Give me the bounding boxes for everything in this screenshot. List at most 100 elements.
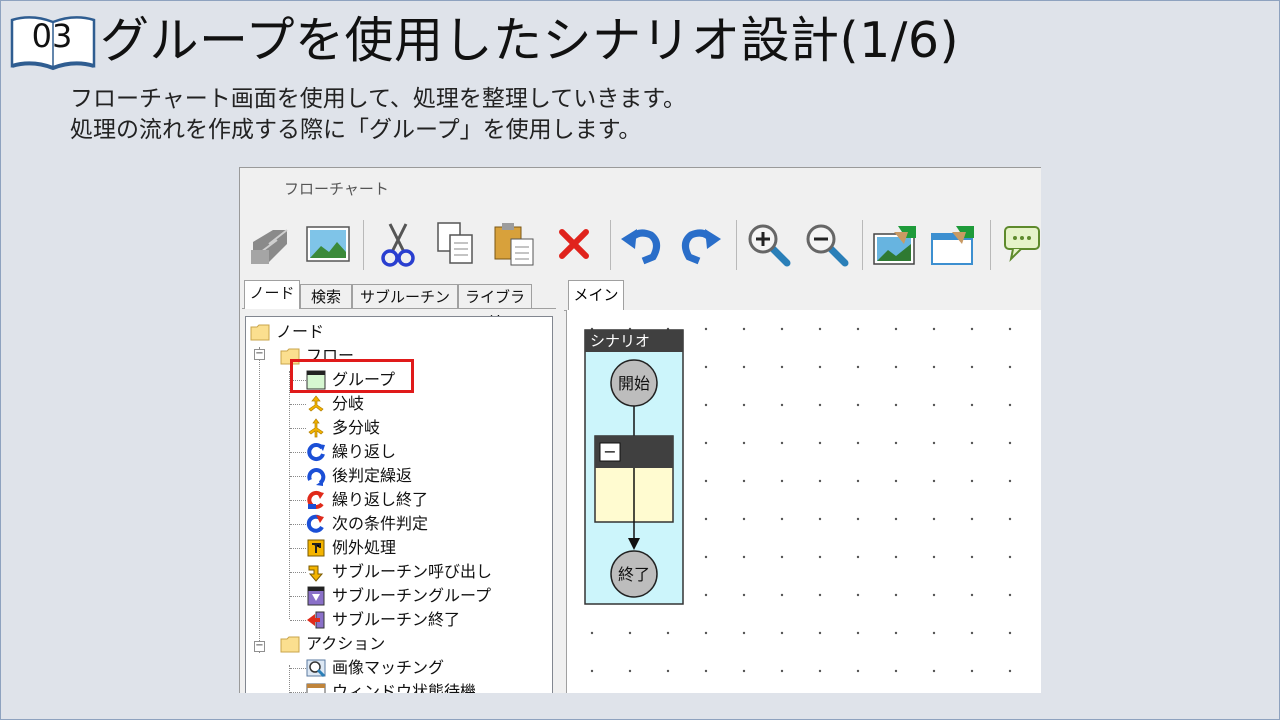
- grid-dot: [780, 441, 784, 445]
- grid-dot: [780, 593, 784, 597]
- grid-dot: [970, 555, 974, 559]
- tree-item-image-matching[interactable]: 画像マッチング: [306, 657, 526, 679]
- tab-node[interactable]: ノード: [244, 280, 300, 309]
- grid-dot: [894, 517, 898, 521]
- image-icon[interactable]: [304, 220, 352, 268]
- grid-dot: [856, 365, 860, 369]
- grid-dot: [970, 327, 974, 331]
- grid-dot: [818, 593, 822, 597]
- properties-icon[interactable]: [246, 220, 294, 268]
- grid-dot: [970, 593, 974, 597]
- grid-dot: [1008, 631, 1012, 635]
- grid-dot: [932, 631, 936, 635]
- grid-dot: [970, 441, 974, 445]
- grid-dot: [894, 669, 898, 673]
- grid-dot: [780, 517, 784, 521]
- copy-icon[interactable]: [432, 220, 480, 268]
- grid-dot: [704, 479, 708, 483]
- window-title: フローチャート: [284, 180, 389, 198]
- grid-dot: [856, 479, 860, 483]
- grid-dot: [704, 403, 708, 407]
- grid-dot: [704, 555, 708, 559]
- node-tabs: ノード 検索 サブルーチン ライブラリ: [242, 278, 556, 330]
- grid-dot: [818, 403, 822, 407]
- grid-dot: [1008, 593, 1012, 597]
- grid-dot: [742, 403, 746, 407]
- flowchart-canvas[interactable]: シナリオ 開始 − 終了: [566, 310, 1041, 693]
- grid-dot: [970, 517, 974, 521]
- zoom-out-icon[interactable]: [802, 220, 850, 268]
- post-loop-icon: [307, 468, 326, 486]
- delete-icon[interactable]: [550, 220, 598, 268]
- grid-dot: [1008, 441, 1012, 445]
- node-tree: ノード − フロー グループ 分岐 多分岐 繰り返し 後判定繰返 繰り返し終了 …: [245, 316, 553, 693]
- tree-action[interactable]: アクション: [280, 633, 480, 655]
- grid-dot: [1008, 403, 1012, 407]
- tab-main[interactable]: メイン: [568, 280, 624, 310]
- tree-item-exception[interactable]: 例外処理: [306, 537, 506, 559]
- node-panel: ノード 検索 サブルーチン ライブラリ ノード − フロー グループ: [242, 278, 556, 693]
- grid-dot: [932, 593, 936, 597]
- slide-title: グループを使用したシナリオ設計(1/6): [100, 12, 960, 69]
- cut-icon[interactable]: [374, 220, 422, 268]
- grid-dot: [894, 631, 898, 635]
- grid-dot: [1008, 327, 1012, 331]
- tree-item-subroutine-call[interactable]: サブルーチン呼び出し: [306, 561, 526, 583]
- grid-dot: [704, 517, 708, 521]
- canvas-drawing: シナリオ 開始 − 終了: [584, 327, 1012, 673]
- tab-subroutine[interactable]: サブルーチン: [352, 284, 458, 308]
- grid-dot: [704, 669, 708, 673]
- grid-dot: [742, 669, 746, 673]
- start-label: 開始: [618, 374, 650, 393]
- grid-dot: [780, 669, 784, 673]
- grid-dot: [704, 441, 708, 445]
- subtitle-line-2: 処理の流れを作成する際に「グループ」を使用します。: [70, 117, 642, 143]
- tree-item-post-loop[interactable]: 後判定繰返: [306, 465, 506, 487]
- grid-dot: [704, 365, 708, 369]
- tab-library[interactable]: ライブラリ: [458, 284, 532, 330]
- grid-dot: [894, 403, 898, 407]
- grid-dot: [666, 669, 670, 673]
- paste-icon[interactable]: [490, 220, 538, 268]
- grid-dot: [932, 555, 936, 559]
- tree-item-loop-end[interactable]: 繰り返し終了: [306, 489, 506, 511]
- folder-icon: [280, 636, 300, 653]
- grid-dot: [780, 631, 784, 635]
- tree-item-branch[interactable]: 分岐: [306, 393, 506, 415]
- tree-item-multi-branch[interactable]: 多分岐: [306, 417, 506, 439]
- window-capture-icon[interactable]: [930, 220, 978, 268]
- image-capture-icon[interactable]: [872, 220, 920, 268]
- grid-dot: [742, 593, 746, 597]
- redo-icon[interactable]: [676, 220, 724, 268]
- comment-icon[interactable]: [1000, 220, 1041, 268]
- grid-dot: [780, 403, 784, 407]
- window-wait-icon: [306, 683, 326, 693]
- grid-dot: [818, 365, 822, 369]
- grid-dot: [704, 631, 708, 635]
- grid-dot: [856, 593, 860, 597]
- grid-dot: [970, 631, 974, 635]
- grid-dot: [704, 327, 708, 331]
- grid-dot: [742, 631, 746, 635]
- flowchart-panel: メイン シナリオ 開始 − 終了: [564, 278, 1041, 693]
- tree-item-subroutine-group[interactable]: サブルーチングループ: [306, 585, 526, 607]
- collapse-action-toggle[interactable]: −: [254, 641, 265, 652]
- folder-icon: [250, 324, 270, 341]
- grid-dot: [780, 327, 784, 331]
- tree-root[interactable]: ノード: [250, 321, 450, 343]
- collapse-flow-toggle[interactable]: −: [254, 349, 265, 360]
- zoom-in-icon[interactable]: [744, 220, 792, 268]
- grid-dot: [894, 479, 898, 483]
- undo-icon[interactable]: [618, 220, 666, 268]
- subroutine-group-icon: [307, 586, 325, 606]
- tree-item-window-wait[interactable]: ウィンドウ状態待機: [306, 681, 526, 693]
- grid-dot: [818, 631, 822, 635]
- grid-dot: [970, 365, 974, 369]
- tree-item-loop[interactable]: 繰り返し: [306, 441, 506, 463]
- tree-item-subroutine-end[interactable]: サブルーチン終了: [306, 609, 526, 631]
- grid-dot: [818, 669, 822, 673]
- grid-dot: [742, 365, 746, 369]
- grid-dot: [628, 631, 632, 635]
- tab-search[interactable]: 検索: [300, 284, 352, 308]
- tree-item-next-condition[interactable]: 次の条件判定: [306, 513, 506, 535]
